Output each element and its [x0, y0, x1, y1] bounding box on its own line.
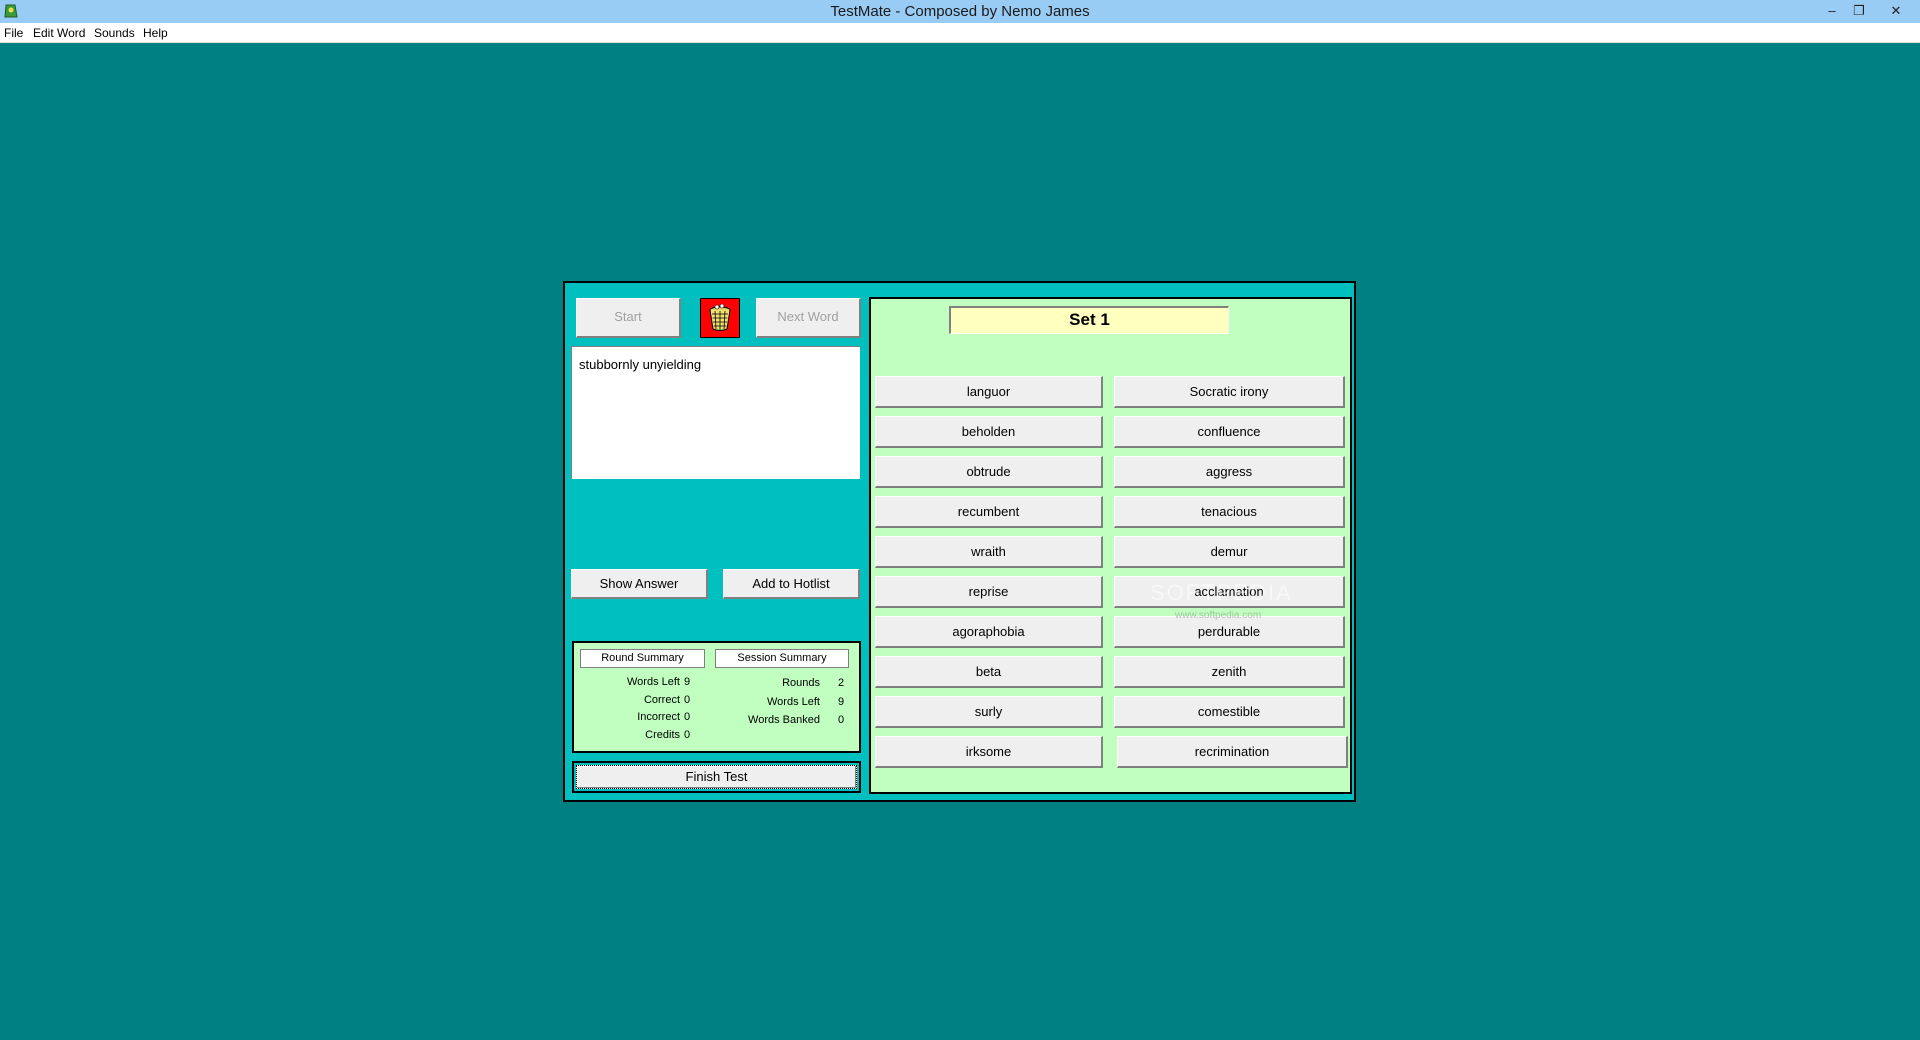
definition-text: stubbornly unyielding — [571, 346, 860, 479]
session-rounds-value: 2 — [838, 677, 845, 689]
next-word-button[interactable]: Next Word — [756, 298, 861, 338]
word-button[interactable]: obtrude — [875, 456, 1103, 488]
title-bar: TestMate - Composed by Nemo James – ❐ ✕ — [0, 0, 1920, 23]
menu-edit-word[interactable]: Edit Word — [33, 26, 85, 40]
word-button[interactable]: languor — [875, 376, 1103, 408]
word-button[interactable]: irksome — [875, 736, 1103, 768]
round-incorrect-value: 0 — [684, 711, 691, 723]
start-button[interactable]: Start — [576, 298, 681, 338]
round-summary-tab[interactable]: Round Summary — [580, 649, 705, 668]
restore-button[interactable]: ❐ — [1845, 0, 1873, 21]
menu-file[interactable]: File — [4, 26, 23, 40]
close-button[interactable]: ✕ — [1876, 0, 1916, 21]
word-button[interactable]: Socratic irony — [1114, 376, 1345, 408]
menu-sounds[interactable]: Sounds — [94, 26, 135, 40]
round-credits-label: Credits — [645, 729, 680, 741]
window-title: TestMate - Composed by Nemo James — [830, 3, 1090, 20]
round-incorrect-label: Incorrect — [637, 711, 680, 723]
word-button[interactable]: tenacious — [1114, 496, 1345, 528]
word-button[interactable]: agoraphobia — [875, 616, 1103, 648]
word-button[interactable]: wraith — [875, 536, 1103, 568]
finish-test-frame: Finish Test — [572, 761, 861, 793]
round-words-left-label: Words Left — [627, 676, 680, 688]
word-button[interactable]: recrimination — [1117, 736, 1348, 768]
summary-panel: Round Summary Session Summary Words Left… — [572, 641, 861, 753]
session-summary-tab[interactable]: Session Summary — [715, 649, 849, 668]
word-button[interactable]: beta — [875, 656, 1103, 688]
basket-button[interactable] — [700, 298, 740, 338]
word-button[interactable]: zenith — [1114, 656, 1345, 688]
word-button[interactable]: demur — [1114, 536, 1345, 568]
session-words-left-value: 9 — [838, 696, 845, 708]
session-words-banked-label: Words Banked — [748, 714, 820, 726]
add-to-hotlist-button[interactable]: Add to Hotlist — [723, 569, 860, 599]
word-set-panel: Set 1 languor beholden obtrude recumbent… — [869, 297, 1352, 794]
word-button[interactable]: comestible — [1114, 696, 1345, 728]
word-button[interactable]: aggress — [1114, 456, 1345, 488]
menu-help[interactable]: Help — [143, 26, 168, 40]
round-correct-label: Correct — [643, 694, 680, 706]
word-button[interactable]: reprise — [875, 576, 1103, 608]
word-button[interactable]: confluence — [1114, 416, 1345, 448]
test-dialog: Start Next Word stubbornly unyielding Sh… — [563, 281, 1356, 802]
watermark-url: www.softpedia.com — [1175, 610, 1262, 621]
round-correct-value: 0 — [684, 694, 691, 706]
show-answer-button[interactable]: Show Answer — [571, 569, 708, 599]
minimize-button[interactable]: – — [1818, 0, 1846, 21]
wastebasket-icon — [709, 303, 731, 331]
word-button[interactable]: surly — [875, 696, 1103, 728]
menu-bar: File Edit Word Sounds Help — [0, 23, 1920, 43]
session-rounds-label: Rounds — [782, 677, 820, 689]
round-credits-value: 0 — [684, 729, 691, 741]
round-words-left-value: 9 — [684, 676, 691, 688]
set-title: Set 1 — [949, 306, 1229, 334]
session-words-banked-value: 0 — [838, 714, 845, 726]
watermark: SOFTPEDIA — [1150, 580, 1293, 605]
finish-test-button[interactable]: Finish Test — [576, 765, 857, 789]
session-words-left-label: Words Left — [767, 696, 820, 708]
word-button[interactable]: beholden — [875, 416, 1103, 448]
word-button[interactable]: recumbent — [875, 496, 1103, 528]
